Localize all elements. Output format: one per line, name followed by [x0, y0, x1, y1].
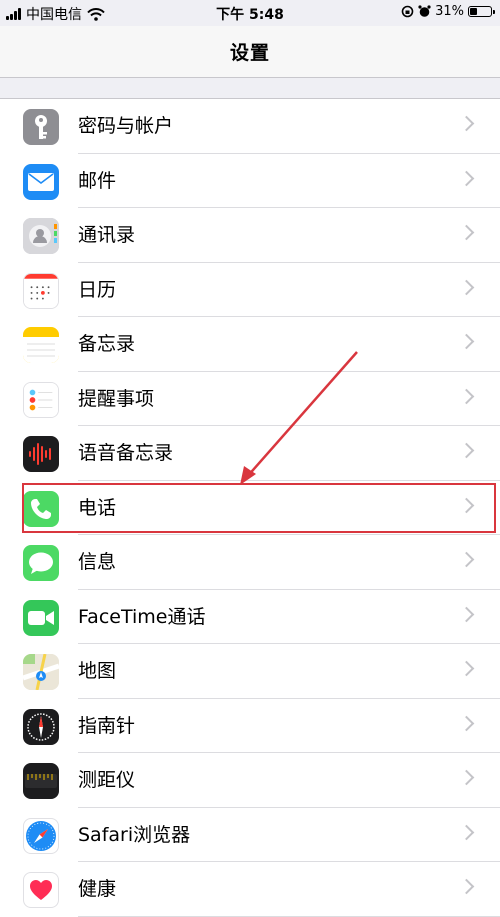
chevron-right-icon [458, 660, 475, 677]
settings-row-label: 提醒事项 [78, 387, 155, 410]
settings-row[interactable]: FaceTime通话 [0, 590, 500, 644]
settings-row[interactable]: 信息 [0, 535, 500, 590]
row-separator [78, 915, 500, 917]
chevron-right-icon [458, 715, 475, 731]
chevron-right-icon [458, 224, 475, 241]
settings-row[interactable]: 日历 [0, 263, 500, 317]
settings-row-label: 日历 [78, 278, 117, 301]
chevron-right-icon [458, 388, 475, 404]
measure-icon [23, 763, 59, 799]
settings-row-label: FaceTime通话 [78, 605, 206, 628]
chevron-right-icon [458, 170, 475, 186]
maps-icon [23, 654, 59, 690]
settings-row-label: 测距仪 [78, 769, 136, 791]
chevron-right-icon [458, 824, 475, 840]
reminders-icon [23, 381, 59, 418]
mail-icon [23, 163, 59, 200]
chevron-right-icon [458, 497, 475, 513]
key-icon [23, 109, 59, 145]
settings-row[interactable]: 指南针 [0, 699, 500, 753]
settings-row-label: 通讯录 [78, 224, 136, 246]
navigation-bar: 设置 [0, 26, 500, 78]
calendar-icon [23, 272, 59, 309]
settings-row-label: 语音备忘录 [78, 442, 174, 464]
contacts-icon [23, 218, 59, 254]
status-bar: 中国电信 下午 5:48 31% [0, 0, 500, 26]
settings-row-label: 信息 [78, 551, 117, 573]
settings-row[interactable]: 提醒事项 [0, 372, 500, 426]
battery-percent: 31% [435, 4, 464, 19]
settings-row[interactable]: 电话 [0, 481, 500, 535]
phone-icon [23, 490, 59, 527]
messages-icon [23, 545, 59, 581]
settings-row-label: 密码与帐户 [78, 115, 174, 137]
battery-icon [468, 6, 495, 17]
chevron-right-icon [458, 115, 475, 132]
settings-row[interactable]: 语音备忘录 [0, 426, 500, 481]
settings-row[interactable]: 密码与帐户 [0, 99, 500, 154]
settings-row[interactable]: 通讯录 [0, 208, 500, 263]
settings-row-label: 地图 [78, 660, 117, 682]
settings-row-label: 指南针 [78, 714, 136, 737]
settings-row[interactable]: 备忘录 [0, 317, 500, 372]
chevron-right-icon [458, 551, 475, 568]
facetime-icon [23, 599, 59, 636]
settings-row-label: 备忘录 [78, 333, 136, 355]
alarm-icon [418, 5, 431, 17]
chevron-right-icon [458, 279, 475, 295]
chevron-right-icon [458, 442, 475, 459]
chevron-right-icon [458, 333, 475, 350]
orientation-lock-icon [401, 5, 414, 18]
voice-memos-icon [23, 436, 59, 472]
settings-row-label: 健康 [78, 878, 117, 900]
settings-row-label: Safari浏览器 [78, 823, 191, 846]
settings-row[interactable]: 邮件 [0, 154, 500, 208]
settings-row[interactable]: Safari浏览器 [0, 808, 500, 862]
status-right: 31% [401, 4, 495, 19]
settings-row[interactable]: 地图 [0, 644, 500, 699]
settings-row[interactable]: 测距仪 [0, 753, 500, 808]
health-icon [23, 872, 59, 908]
notes-icon [23, 327, 59, 363]
chevron-right-icon [458, 606, 475, 622]
settings-list: 密码与帐户邮件通讯录日历备忘录提醒事项语音备忘录电话信息 FaceTime通话 地图… [0, 98, 500, 917]
settings-row-label: 邮件 [78, 169, 117, 192]
chevron-right-icon [458, 878, 475, 895]
page-title: 设置 [229, 42, 270, 64]
compass-icon [23, 708, 59, 745]
settings-row[interactable]: 健康 [0, 862, 500, 917]
settings-row-label: 电话 [78, 496, 117, 519]
chevron-right-icon [458, 769, 475, 786]
safari-icon [23, 817, 59, 854]
